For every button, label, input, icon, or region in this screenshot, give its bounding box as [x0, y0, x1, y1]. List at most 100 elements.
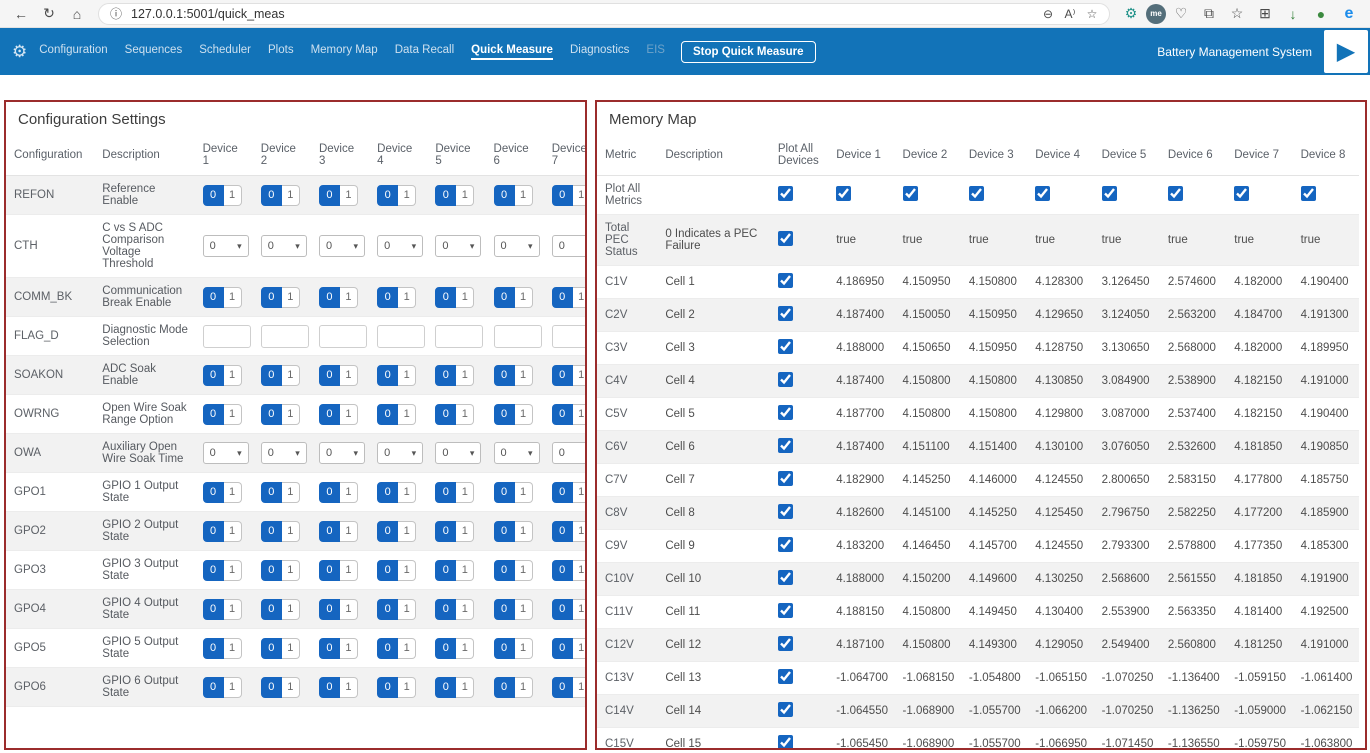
- toggle-gpo5-device-6[interactable]: 01: [494, 638, 533, 659]
- toggle-option-1[interactable]: 1: [456, 185, 474, 206]
- toggle-option-1[interactable]: 1: [456, 677, 474, 698]
- toggle-owrng-device-6[interactable]: 01: [494, 404, 533, 425]
- toggle-option-0[interactable]: 0: [319, 599, 340, 620]
- plot-checkbox-c7v[interactable]: [778, 471, 793, 486]
- refresh-icon[interactable]: ↻: [36, 2, 62, 26]
- plot-all-device-3-checkbox[interactable]: [969, 186, 984, 201]
- toggle-option-1[interactable]: 1: [515, 404, 533, 425]
- nav-item-eis[interactable]: EIS: [646, 44, 665, 60]
- toggle-option-0[interactable]: 0: [377, 638, 398, 659]
- toggle-option-1[interactable]: 1: [340, 287, 358, 308]
- toggle-gpo3-device-5[interactable]: 01: [435, 560, 474, 581]
- toggle-option-0[interactable]: 0: [377, 365, 398, 386]
- toggle-option-1[interactable]: 1: [224, 560, 242, 581]
- toggle-option-1[interactable]: 1: [340, 185, 358, 206]
- toggle-soakon-device-6[interactable]: 01: [494, 365, 533, 386]
- toggle-option-1[interactable]: 1: [456, 521, 474, 542]
- toggle-option-0[interactable]: 0: [435, 677, 456, 698]
- toggle-option-0[interactable]: 0: [203, 521, 224, 542]
- toggle-option-1[interactable]: 1: [456, 482, 474, 503]
- toggle-option-0[interactable]: 0: [261, 482, 282, 503]
- toggle-option-0[interactable]: 0: [435, 365, 456, 386]
- select-owa-device-2[interactable]: 0▾: [261, 442, 307, 464]
- toggle-option-1[interactable]: 1: [398, 599, 416, 620]
- plot-checkbox-c13v[interactable]: [778, 669, 793, 684]
- extension-gear-icon[interactable]: ⚙: [1118, 2, 1144, 26]
- toggle-gpo3-device-2[interactable]: 01: [261, 560, 300, 581]
- zoom-out-icon[interactable]: ⊖: [1037, 2, 1059, 26]
- plot-all-device-1-checkbox[interactable]: [836, 186, 851, 201]
- toggle-option-1[interactable]: 1: [515, 560, 533, 581]
- toggle-option-0[interactable]: 0: [552, 677, 573, 698]
- select-owa-device-1[interactable]: 0▾: [203, 442, 249, 464]
- collections-icon[interactable]: ⊞: [1252, 2, 1278, 26]
- plot-checkbox-plot-all-metrics[interactable]: [778, 186, 793, 201]
- toggle-option-1[interactable]: 1: [340, 482, 358, 503]
- favorite-star-icon[interactable]: ☆: [1081, 2, 1103, 26]
- toggle-option-0[interactable]: 0: [552, 287, 573, 308]
- toggle-option-1[interactable]: 1: [398, 482, 416, 503]
- toggle-option-0[interactable]: 0: [435, 404, 456, 425]
- toggle-option-0[interactable]: 0: [203, 365, 224, 386]
- toggle-owrng-device-7[interactable]: 01: [552, 404, 587, 425]
- nav-item-plots[interactable]: Plots: [268, 44, 294, 60]
- toggle-gpo1-device-3[interactable]: 01: [319, 482, 358, 503]
- input-flag_d-device-7[interactable]: [552, 325, 587, 348]
- toggle-option-1[interactable]: 1: [282, 482, 300, 503]
- toggle-option-0[interactable]: 0: [435, 185, 456, 206]
- toggle-refon-device-5[interactable]: 01: [435, 185, 474, 206]
- toggle-option-1[interactable]: 1: [456, 365, 474, 386]
- toggle-soakon-device-3[interactable]: 01: [319, 365, 358, 386]
- toggle-option-1[interactable]: 1: [340, 638, 358, 659]
- toggle-refon-device-4[interactable]: 01: [377, 185, 416, 206]
- toggle-gpo2-device-5[interactable]: 01: [435, 521, 474, 542]
- toggle-option-0[interactable]: 0: [377, 560, 398, 581]
- toggle-comm_bk-device-7[interactable]: 01: [552, 287, 587, 308]
- toggle-gpo6-device-4[interactable]: 01: [377, 677, 416, 698]
- toggle-gpo2-device-6[interactable]: 01: [494, 521, 533, 542]
- toggle-option-0[interactable]: 0: [261, 287, 282, 308]
- toggle-option-1[interactable]: 1: [515, 482, 533, 503]
- select-cth-device-2[interactable]: 0▾: [261, 235, 307, 257]
- plot-checkbox-c1v[interactable]: [778, 273, 793, 288]
- plot-checkbox-c8v[interactable]: [778, 504, 793, 519]
- toggle-soakon-device-2[interactable]: 01: [261, 365, 300, 386]
- select-owa-device-6[interactable]: 0▾: [494, 442, 540, 464]
- toggle-option-0[interactable]: 0: [203, 599, 224, 620]
- toggle-option-1[interactable]: 1: [573, 287, 587, 308]
- toggle-option-1[interactable]: 1: [456, 599, 474, 620]
- toggle-option-1[interactable]: 1: [282, 599, 300, 620]
- select-cth-device-4[interactable]: 0▾: [377, 235, 423, 257]
- toggle-option-1[interactable]: 1: [282, 185, 300, 206]
- toggle-option-1[interactable]: 1: [398, 521, 416, 542]
- read-aloud-icon[interactable]: A⁾: [1059, 2, 1081, 26]
- toggle-option-1[interactable]: 1: [224, 404, 242, 425]
- toggle-option-1[interactable]: 1: [224, 185, 242, 206]
- toggle-owrng-device-5[interactable]: 01: [435, 404, 474, 425]
- toggle-gpo1-device-5[interactable]: 01: [435, 482, 474, 503]
- toggle-comm_bk-device-4[interactable]: 01: [377, 287, 416, 308]
- nav-item-data-recall[interactable]: Data Recall: [395, 44, 454, 60]
- plot-all-device-2-checkbox[interactable]: [903, 186, 918, 201]
- toggle-option-1[interactable]: 1: [398, 677, 416, 698]
- toggle-gpo4-device-7[interactable]: 01: [552, 599, 587, 620]
- toggle-option-0[interactable]: 0: [203, 482, 224, 503]
- select-owa-device-4[interactable]: 0▾: [377, 442, 423, 464]
- toggle-option-1[interactable]: 1: [340, 677, 358, 698]
- toggle-option-1[interactable]: 1: [515, 638, 533, 659]
- toggle-option-0[interactable]: 0: [435, 560, 456, 581]
- toggle-gpo2-device-4[interactable]: 01: [377, 521, 416, 542]
- toggle-option-1[interactable]: 1: [282, 521, 300, 542]
- toggle-comm_bk-device-2[interactable]: 01: [261, 287, 300, 308]
- toggle-option-1[interactable]: 1: [456, 560, 474, 581]
- toggle-option-0[interactable]: 0: [494, 185, 515, 206]
- toggle-option-1[interactable]: 1: [515, 521, 533, 542]
- toggle-gpo5-device-3[interactable]: 01: [319, 638, 358, 659]
- toggle-gpo4-device-3[interactable]: 01: [319, 599, 358, 620]
- toggle-option-1[interactable]: 1: [573, 185, 587, 206]
- toggle-option-1[interactable]: 1: [573, 599, 587, 620]
- select-owa-device-3[interactable]: 0▾: [319, 442, 365, 464]
- toggle-gpo6-device-6[interactable]: 01: [494, 677, 533, 698]
- toggle-owrng-device-3[interactable]: 01: [319, 404, 358, 425]
- select-cth-device-1[interactable]: 0▾: [203, 235, 249, 257]
